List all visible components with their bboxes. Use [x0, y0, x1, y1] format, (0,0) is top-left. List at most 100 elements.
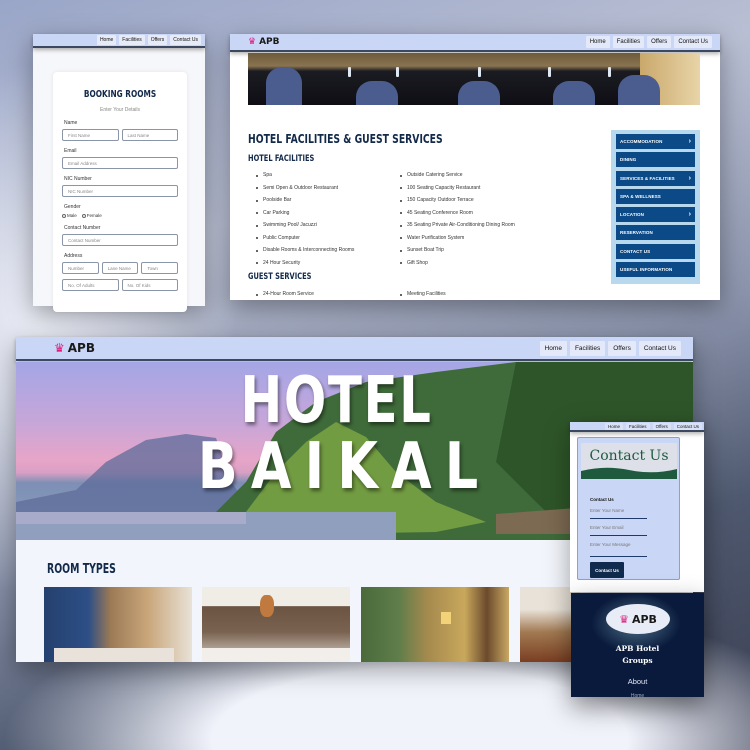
bottle-shape [396, 67, 399, 77]
room-image-2[interactable] [202, 587, 350, 662]
facility-list-item: Poolside Bar [256, 194, 354, 207]
footer-about-link[interactable]: About [571, 677, 704, 686]
conference-room-image [248, 53, 700, 105]
side-menu-item-spa-wellness[interactable]: SPA & WELLNESS [616, 188, 695, 204]
facility-list-item: Outside Catering Service [400, 169, 515, 182]
facility-list-item: Swimming Pool/ Jacuzzi [256, 219, 354, 232]
chair-shape [458, 81, 500, 105]
nav-facilities[interactable]: Facilities [119, 35, 145, 45]
nav-facilities[interactable]: Facilities [626, 422, 650, 430]
brand-logo[interactable]: ♛ APB [54, 341, 95, 355]
chair-shape [553, 81, 595, 105]
nav-contact-us[interactable]: Contact Us [673, 422, 702, 430]
bottle-shape [478, 67, 481, 77]
nav-links: Home Facilities Offers Contact Us [539, 340, 681, 356]
home-navbar: ♛ APB Home Facilities Offers Contact Us [16, 337, 693, 361]
booking-navbar: Home Facilities Offers Contact Us [33, 34, 205, 48]
nav-facilities[interactable]: Facilities [612, 36, 645, 48]
contact-number-input[interactable]: Contact Number [62, 234, 178, 246]
side-menu-item-label: SPA & WELLNESS [620, 193, 661, 199]
nav-offers[interactable]: Offers [147, 35, 168, 45]
facility-list-item: 100 Seating Capacity Restaurant [400, 182, 515, 195]
nic-input[interactable]: NIC Number [62, 185, 178, 197]
facilities-navbar: ♛ APB Home Facilities Offers Contact Us [230, 34, 720, 52]
contact-email-input[interactable]: Enter Your Email [590, 525, 647, 536]
facility-list-item: Meeting Facilities [400, 288, 446, 301]
facilities-page-title: HOTEL FACILITIES & GUEST SERVICES [248, 131, 443, 146]
side-menu-item-contact-us[interactable]: CONTACT US [616, 243, 695, 259]
bed-shape [54, 648, 174, 662]
hotel-facilities-list-left: Spa Semi Open & Outdoor Restaurant Poolsid… [256, 169, 354, 269]
side-menu-item-accommodation[interactable]: ACCOMMODATION › [616, 134, 695, 149]
bottle-shape [608, 67, 611, 77]
facility-list-item: 35 Seating Private Air-Conditioning Dini… [400, 219, 515, 232]
bottle-shape [548, 67, 551, 77]
side-menu-item-label: USEFUL INFORMATION [620, 267, 673, 273]
contact-navbar: Home Facilities Offers Contact Us [570, 422, 704, 432]
gender-label: Gender [64, 204, 81, 210]
room-image-1[interactable] [44, 587, 192, 662]
footer-home-link[interactable]: Home [571, 693, 704, 697]
nav-home[interactable]: Home [605, 422, 624, 430]
side-menu-item-reservation[interactable]: RESERVATION [616, 225, 695, 241]
side-menu-item-location[interactable]: LOCATION › [616, 207, 695, 223]
brand-logo[interactable]: ♛ APB [248, 37, 280, 47]
wave-decoration-icon [581, 467, 677, 479]
facility-list-item: 45 Seating Conference Room [400, 207, 515, 220]
facility-list-item: Public Computer [256, 232, 354, 245]
nav-contact-us[interactable]: Contact Us [674, 36, 712, 48]
side-menu-item-dining[interactable]: DINING [616, 152, 695, 168]
contact-name-input[interactable]: Enter Your Name [590, 508, 647, 519]
lotus-icon: ♛ [619, 612, 629, 626]
nav-offers[interactable]: Offers [647, 36, 672, 48]
footer-logo[interactable]: ♛ APB [606, 604, 670, 634]
bottle-shape [348, 67, 351, 77]
contact-message-input[interactable]: Enter Your Message [590, 542, 647, 557]
gender-radio-group: Male Female [62, 213, 178, 218]
gender-male-radio[interactable]: Male [62, 213, 77, 218]
chair-shape [618, 75, 660, 105]
gender-male-label: Male [67, 213, 77, 218]
facilities-side-menu: ACCOMMODATION › DINING SERVICES & FACILITIE… [611, 130, 700, 284]
address-number-input[interactable]: Number [62, 262, 99, 274]
nav-offers[interactable]: Offers [652, 422, 671, 430]
hotel-facilities-heading: HOTEL FACILITIES [248, 154, 315, 164]
email-input[interactable]: Email Address [62, 157, 178, 169]
hotel-facilities-list-right: Outside Catering Service 100 Seating Capa… [400, 169, 515, 269]
gender-female-radio[interactable]: Female [81, 213, 102, 218]
chair-shape [266, 67, 302, 105]
nav-home[interactable]: Home [585, 36, 610, 48]
contact-form-label: Contact Us [590, 497, 614, 502]
facility-list-item: Sunset Boat Trip [400, 244, 515, 257]
logo-text: APB [67, 341, 95, 355]
water-reflection-shape [16, 512, 246, 524]
room-image-3[interactable] [361, 587, 509, 662]
adults-input[interactable]: No. Of Adults [62, 279, 119, 291]
nav-facilities[interactable]: Facilities [569, 340, 606, 356]
address-label: Address [64, 253, 83, 259]
first-name-input[interactable]: First Name [62, 129, 119, 141]
nav-home[interactable]: Home [539, 340, 567, 356]
side-menu-item-services-facilities[interactable]: SERVICES & FACILITIES › [616, 170, 695, 186]
contact-submit-button[interactable]: Contact Us [590, 562, 624, 578]
address-town-input[interactable]: Town [141, 262, 179, 274]
facility-list-item: Semi Open & Outdoor Restaurant [256, 182, 354, 195]
facility-list-item: 24-Hour Room Service [256, 288, 314, 301]
facilities-page-screenshot: ♛ APB Home Facilities Offers Contact Us … [230, 34, 720, 300]
chevron-right-icon: › [688, 174, 691, 182]
last-name-input[interactable]: Last Name [121, 129, 178, 141]
logo-text: APB [259, 37, 280, 47]
nav-offers[interactable]: Offers [608, 340, 636, 356]
kids-input[interactable]: No. Of Kids [121, 279, 178, 291]
nav-contact-us[interactable]: Contact Us [170, 35, 201, 45]
address-lane-input[interactable]: Lane Name [101, 262, 139, 274]
facility-list-item: 150 Capacity Outdoor Terrace [400, 194, 515, 207]
nic-label: NIC Number [64, 176, 92, 182]
side-menu-item-useful-information[interactable]: USEFUL INFORMATION [616, 262, 695, 278]
nav-links: Home Facilities Offers Contact Us [585, 36, 712, 48]
nav-contact-us[interactable]: Contact Us [638, 340, 681, 356]
facility-list-item: Spa [256, 169, 354, 182]
nav-home[interactable]: Home [96, 35, 117, 45]
nav-links: Home Facilities Offers Contact Us [605, 422, 702, 430]
guest-services-list-right: Meeting Facilities [400, 288, 446, 301]
